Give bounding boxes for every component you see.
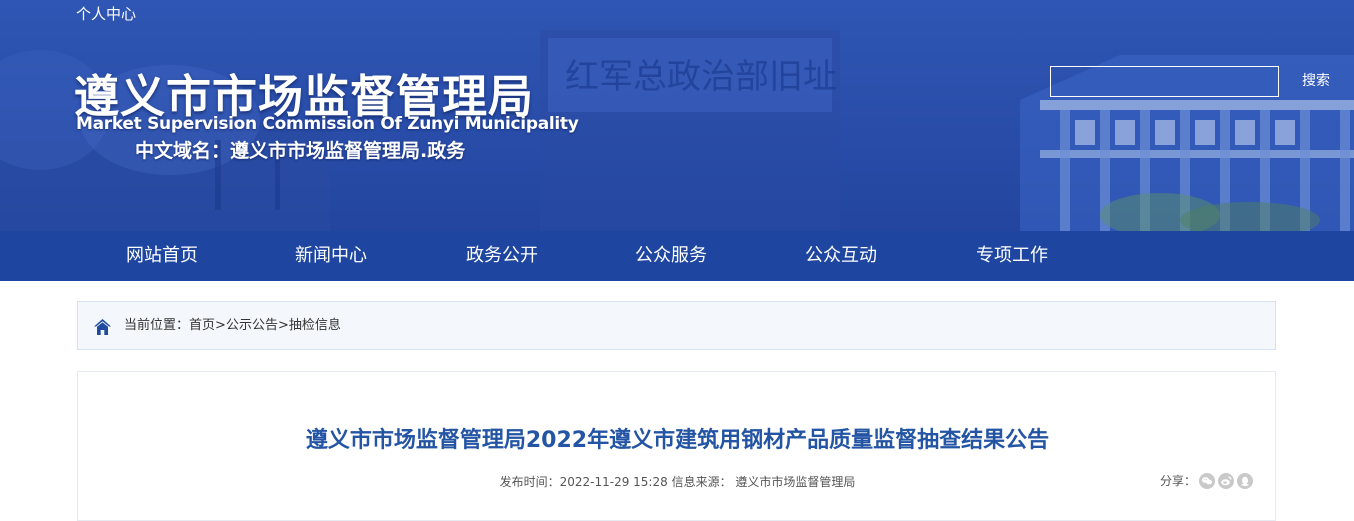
nav-item-home[interactable]: 网站首页 bbox=[92, 231, 232, 281]
header-banner: 红军总政治部旧址 个人中心 遵义市市场监督管理局 Market Supervis… bbox=[0, 0, 1354, 231]
publish-time: 2022-11-29 15:28 bbox=[559, 475, 668, 489]
nav-item-news[interactable]: 新闻中心 bbox=[261, 231, 401, 281]
nav-item-public-service[interactable]: 公众服务 bbox=[601, 231, 741, 281]
breadcrumb-home-link[interactable]: 首页 bbox=[189, 318, 215, 333]
nav-item-interaction[interactable]: 公众互动 bbox=[771, 231, 911, 281]
search-input[interactable] bbox=[1050, 66, 1279, 97]
breadcrumb-section-link[interactable]: 公示公告 bbox=[226, 318, 278, 333]
weibo-icon[interactable] bbox=[1218, 472, 1235, 489]
article-meta: 发布时间：2022-11-29 15:28 信息来源： 遵义市市场监督管理局 bbox=[78, 473, 1277, 490]
svg-text:红军总政治部旧址: 红军总政治部旧址 bbox=[565, 57, 837, 97]
article-title: 遵义市市场监督管理局2022年遵义市建筑用钢材产品质量监督抽查结果公告 bbox=[305, 428, 1050, 453]
article-container: 遵义市市场监督管理局2022年遵义市建筑用钢材产品质量监督抽查结果公告 发布时间… bbox=[77, 371, 1276, 521]
breadcrumb: 当前位置：首页>公示公告>抽检信息 bbox=[77, 301, 1276, 350]
wechat-icon[interactable] bbox=[1199, 472, 1216, 489]
breadcrumb-prefix: 当前位置： bbox=[124, 318, 190, 333]
share-label: 分享： bbox=[1160, 474, 1197, 488]
nav-item-gov-info[interactable]: 政务公开 bbox=[432, 231, 572, 281]
site-title-en: Market Supervision Commission Of Zunyi M… bbox=[76, 114, 579, 134]
personal-center-link[interactable]: 个人中心 bbox=[76, 3, 136, 24]
publish-time-label: 发布时间： bbox=[499, 475, 560, 489]
breadcrumb-separator: > bbox=[215, 318, 226, 333]
source-label: 信息来源： bbox=[671, 475, 732, 489]
main-nav: 网站首页 新闻中心 政务公开 公众服务 公众互动 专项工作 bbox=[0, 231, 1354, 281]
search-button[interactable]: 搜索 bbox=[1296, 70, 1336, 92]
share-bar: 分享： bbox=[1160, 472, 1254, 489]
qq-icon[interactable] bbox=[1237, 472, 1254, 489]
source-value: 遵义市市场监督管理局 bbox=[735, 475, 856, 489]
breadcrumb-current-link[interactable]: 抽检信息 bbox=[289, 318, 341, 333]
chinese-domain-name: 中文域名：遵义市市场监督管理局.政务 bbox=[135, 140, 466, 162]
home-icon bbox=[94, 319, 111, 335]
nav-item-special-work[interactable]: 专项工作 bbox=[942, 231, 1082, 281]
breadcrumb-separator: > bbox=[277, 318, 289, 333]
